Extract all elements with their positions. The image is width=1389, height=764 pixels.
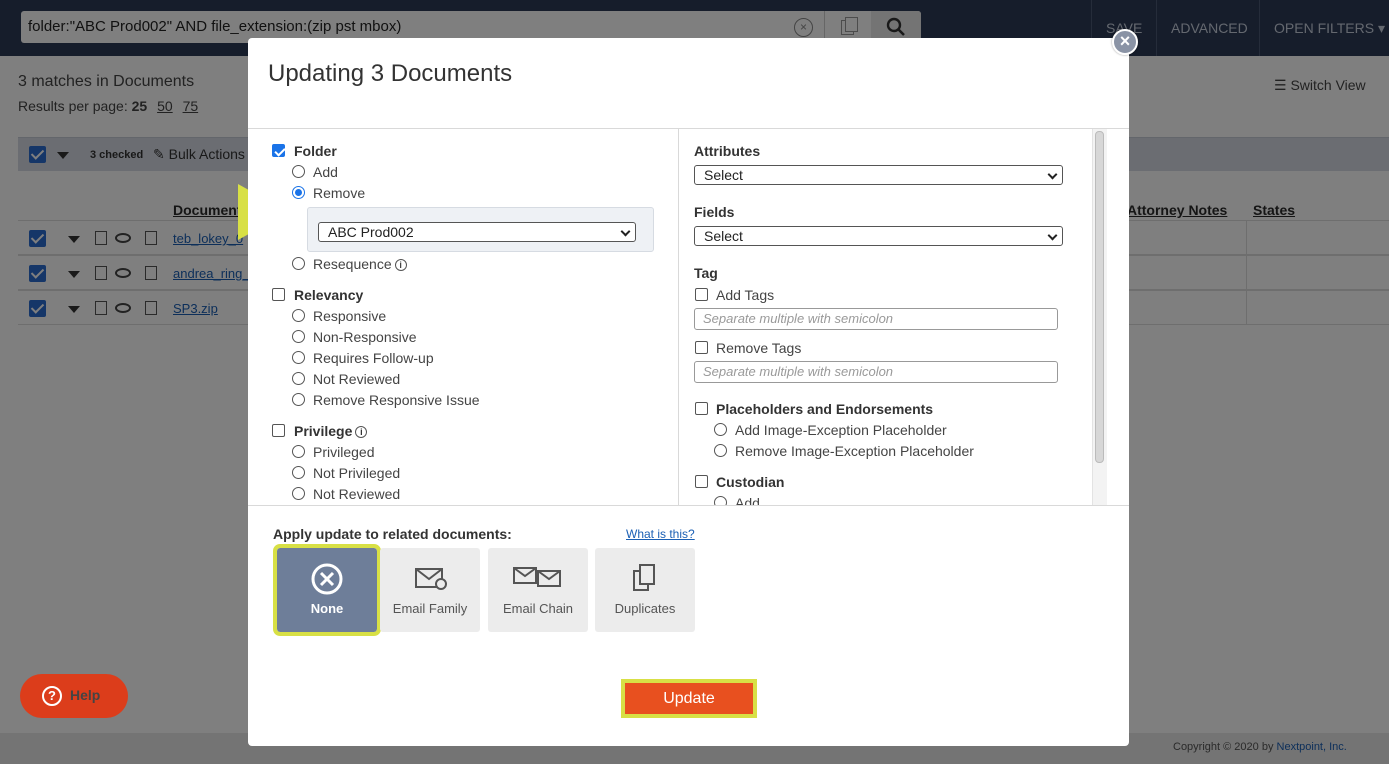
email-chain-icon xyxy=(513,567,561,587)
privilege-option-label: Not Privileged xyxy=(313,465,401,481)
privilege-option-radio[interactable] xyxy=(292,487,305,500)
folder-select-value: ABC Prod002 xyxy=(328,224,414,240)
attributes-select-value: Select xyxy=(704,167,743,183)
attributes-label: Attributes xyxy=(694,143,761,159)
update-documents-modal: Updating 3 Documents Folder Add Remove A… xyxy=(248,38,1129,746)
related-email-chain-button[interactable]: Email Chain xyxy=(488,548,588,632)
relevancy-option-label: Requires Follow-up xyxy=(313,350,434,366)
related-none-button[interactable]: None xyxy=(273,544,381,636)
folder-remove-label: Remove xyxy=(313,185,366,201)
relevancy-option-label: Not Reviewed xyxy=(313,371,401,387)
help-button[interactable]: ? Help xyxy=(20,674,128,718)
custodian-label: Custodian xyxy=(716,474,785,490)
relevancy-option-label: Remove Responsive Issue xyxy=(313,392,480,408)
folder-add-radio[interactable] xyxy=(292,165,305,178)
privilege-option-label: Privileged xyxy=(313,444,375,460)
remove-tags-input[interactable]: Separate multiple with semicolon xyxy=(694,361,1058,383)
relevancy-option-label: Responsive xyxy=(313,308,387,324)
related-none-label: None xyxy=(310,601,344,616)
chevron-down-icon xyxy=(620,226,631,237)
relevancy-option-radio[interactable] xyxy=(292,351,305,364)
remove-tags-label: Remove Tags xyxy=(716,340,802,356)
relevancy-option-radio[interactable] xyxy=(292,309,305,322)
fields-label: Fields xyxy=(694,204,735,220)
relevancy-option-radio[interactable] xyxy=(292,372,305,385)
scrollbar-thumb[interactable] xyxy=(1095,131,1104,463)
related-duplicates-button[interactable]: Duplicates xyxy=(595,548,695,632)
placeholder-option-radio[interactable] xyxy=(714,444,727,457)
privilege-option-label: Not Reviewed xyxy=(313,486,401,502)
fields-select-value: Select xyxy=(704,228,743,244)
relevancy-option-radio[interactable] xyxy=(292,393,305,406)
pane-divider xyxy=(248,505,1129,506)
placeholder-option-radio[interactable] xyxy=(714,423,727,436)
custodian-add-label: Add xyxy=(735,495,760,505)
relevancy-option-radio[interactable] xyxy=(292,330,305,343)
attributes-select[interactable]: Select xyxy=(694,165,1063,185)
close-icon[interactable]: × xyxy=(1112,29,1138,55)
email-family-icon xyxy=(415,568,447,590)
placeholder-option-label: Remove Image-Exception Placeholder xyxy=(735,443,974,459)
folder-add-label: Add xyxy=(313,164,338,180)
folder-resequence-radio[interactable] xyxy=(292,257,305,270)
info-icon[interactable]: i xyxy=(394,259,407,271)
info-icon[interactable]: i xyxy=(355,426,368,438)
folder-checkbox[interactable] xyxy=(272,144,285,157)
circle-x-icon xyxy=(311,563,343,595)
folder-select[interactable]: ABC Prod002 xyxy=(318,222,636,242)
privilege-option-radio[interactable] xyxy=(292,466,305,479)
folder-label: Folder xyxy=(294,143,337,159)
privilege-label: Privilege i xyxy=(294,423,368,439)
left-pane: Folder Add Remove ABC Prod002 Resequence… xyxy=(248,129,678,505)
chevron-down-icon xyxy=(1047,169,1058,180)
privilege-checkbox[interactable] xyxy=(272,424,285,437)
related-email-chain-label: Email Chain xyxy=(502,601,574,616)
placeholders-checkbox[interactable] xyxy=(695,402,708,415)
custodian-add-radio[interactable] xyxy=(714,496,727,505)
placeholder-option-label: Add Image-Exception Placeholder xyxy=(735,422,947,438)
folder-resequence-label: Resequence i xyxy=(313,256,407,272)
help-label: Help xyxy=(70,687,101,703)
related-email-family-label: Email Family xyxy=(392,601,468,616)
question-icon: ? xyxy=(42,686,62,706)
relevancy-option-label: Non-Responsive xyxy=(313,329,417,345)
custodian-checkbox[interactable] xyxy=(695,475,708,488)
folder-remove-radio[interactable] xyxy=(292,186,305,199)
right-pane: Attributes Select Fields Select Tag Add … xyxy=(678,129,1129,505)
what-is-this-link[interactable]: What is this? xyxy=(626,527,695,541)
add-tags-input[interactable]: Separate multiple with semicolon xyxy=(694,308,1058,330)
relevancy-checkbox[interactable] xyxy=(272,288,285,301)
fields-select[interactable]: Select xyxy=(694,226,1063,246)
tag-label: Tag xyxy=(694,265,718,281)
relevancy-label: Relevancy xyxy=(294,287,364,303)
folder-select-panel: ABC Prod002 xyxy=(307,207,654,252)
modal-title: Updating 3 Documents xyxy=(268,60,513,87)
remove-tags-checkbox[interactable] xyxy=(695,341,708,354)
related-duplicates-label: Duplicates xyxy=(614,601,676,616)
update-button[interactable]: Update xyxy=(621,679,757,718)
chevron-down-icon xyxy=(1047,230,1058,241)
add-tags-checkbox[interactable] xyxy=(695,288,708,301)
privilege-option-radio[interactable] xyxy=(292,445,305,458)
related-email-family-button[interactable]: Email Family xyxy=(380,548,480,632)
placeholders-label: Placeholders and Endorsements xyxy=(716,401,934,417)
related-documents-title: Apply update to related documents: xyxy=(273,526,512,542)
add-tags-label: Add Tags xyxy=(716,287,775,303)
duplicates-icon xyxy=(633,564,655,591)
